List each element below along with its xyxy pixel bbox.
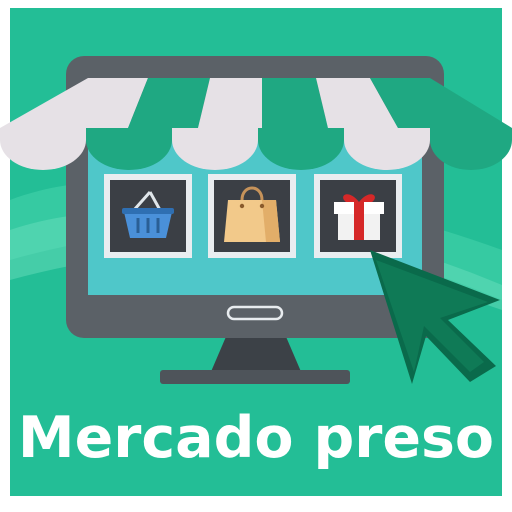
product-tile-gift: [314, 174, 402, 258]
product-tile-bag: [208, 174, 296, 258]
app-icon: Mercado preso: [0, 0, 512, 512]
app-title: Mercado preso: [17, 405, 495, 471]
monitor-base: [160, 370, 350, 384]
product-tile-basket: [104, 174, 192, 258]
